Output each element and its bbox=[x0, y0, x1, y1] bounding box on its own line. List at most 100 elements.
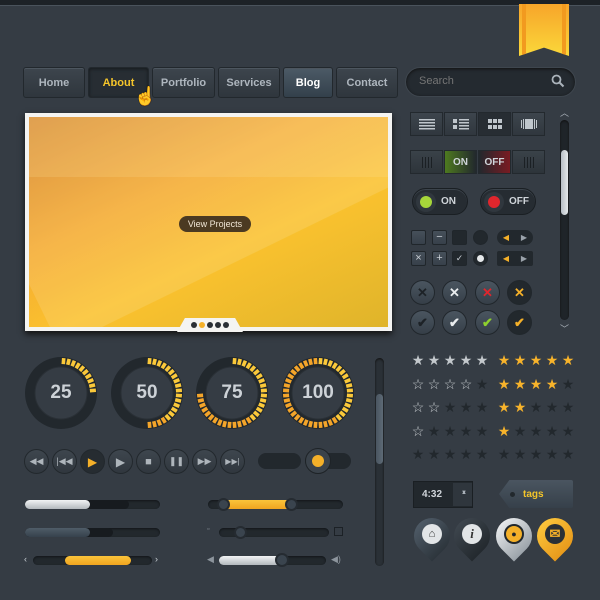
toggle-knob[interactable] bbox=[305, 448, 331, 474]
nav-item-contact[interactable]: Contact bbox=[336, 67, 398, 98]
carousel-view-button[interactable] bbox=[512, 112, 545, 136]
arrow-pager-square[interactable]: ◀ ▶ bbox=[497, 251, 533, 266]
nav-item-portfolio[interactable]: Portfolio bbox=[152, 67, 215, 98]
range-slider[interactable] bbox=[208, 498, 343, 511]
arrow-left-icon[interactable]: ◀ bbox=[503, 254, 509, 263]
search-icon[interactable] bbox=[551, 74, 565, 88]
star-outline-icon[interactable]: ☆ bbox=[459, 377, 473, 391]
star-rating-gold[interactable]: ★ ★ ★ ★ ★ bbox=[497, 400, 575, 414]
star-rating-outline[interactable]: ☆ ☆ ☆ ☆ ★ bbox=[411, 377, 489, 391]
slide-dot[interactable] bbox=[215, 322, 221, 328]
radio-selected[interactable] bbox=[473, 251, 488, 266]
pause-button[interactable]: ❚❚ bbox=[164, 449, 189, 474]
horizontal-scroll-thumb[interactable] bbox=[65, 556, 131, 565]
check-button-green[interactable]: ✔ bbox=[475, 310, 500, 335]
scroll-right-icon[interactable]: › bbox=[155, 554, 158, 564]
slide-dot-active[interactable] bbox=[199, 322, 205, 328]
search-input[interactable] bbox=[419, 75, 549, 87]
star-rating-gold[interactable]: ★ ★ ★ ★ ★ bbox=[497, 424, 575, 438]
bookmark-ribbon[interactable] bbox=[519, 4, 569, 56]
arrow-left-icon[interactable]: ◀ bbox=[503, 233, 509, 242]
scrollbar-middle[interactable] bbox=[375, 358, 384, 566]
star-rating-gold[interactable]: ★ ★ ★ ★ ★ bbox=[497, 377, 575, 391]
star-empty-icon[interactable]: ★ bbox=[459, 400, 473, 414]
star-empty-icon[interactable]: ★ bbox=[427, 424, 441, 438]
star-empty-icon[interactable]: ★ bbox=[529, 447, 543, 461]
range-handle-low[interactable] bbox=[217, 498, 231, 511]
square-toggle[interactable] bbox=[452, 230, 467, 245]
star-empty-icon[interactable]: ★ bbox=[529, 400, 543, 414]
star-empty-icon[interactable]: ★ bbox=[411, 447, 425, 461]
star-filled-icon[interactable]: ★ bbox=[545, 353, 559, 367]
map-pin-mail[interactable]: ✉ bbox=[529, 510, 581, 564]
check-button-dark[interactable]: ✔ bbox=[410, 310, 435, 335]
pill-switch-off[interactable]: OFF bbox=[480, 188, 536, 215]
star-filled-icon[interactable]: ★ bbox=[497, 353, 511, 367]
star-empty-icon[interactable]: ★ bbox=[475, 447, 489, 461]
volume-handle[interactable] bbox=[275, 553, 290, 567]
star-outline-icon[interactable]: ☆ bbox=[411, 400, 425, 414]
scroll-up-icon[interactable]: ︿ bbox=[560, 106, 569, 119]
stop-button[interactable]: ■ bbox=[136, 449, 161, 474]
star-rating-outline[interactable]: ★ ★ ★ ★ ★ bbox=[411, 353, 489, 367]
star-rating-gold[interactable]: ★ ★ ★ ★ ★ bbox=[497, 447, 575, 461]
star-rating-gold[interactable]: ★ ★ ★ ★ ★ bbox=[497, 353, 575, 367]
volume-slider[interactable] bbox=[219, 553, 326, 567]
on-off-switch[interactable]: ON OFF bbox=[410, 150, 545, 174]
star-empty-icon[interactable]: ★ bbox=[561, 447, 575, 461]
radio-empty[interactable] bbox=[473, 230, 488, 245]
star-filled-icon[interactable]: ★ bbox=[459, 353, 473, 367]
range-handle-high[interactable] bbox=[284, 498, 298, 511]
time-value[interactable]: 4:32 bbox=[422, 489, 442, 500]
star-empty-icon[interactable]: ★ bbox=[443, 400, 457, 414]
star-outline-icon[interactable]: ☆ bbox=[411, 377, 425, 391]
previous-button[interactable]: |◀◀ bbox=[52, 449, 77, 474]
star-empty-icon[interactable]: ★ bbox=[459, 424, 473, 438]
close-button-red[interactable]: ✕ bbox=[475, 280, 500, 305]
pill-switch-on[interactable]: ON bbox=[412, 188, 468, 215]
star-empty-icon[interactable]: ★ bbox=[459, 447, 473, 461]
star-filled-icon[interactable]: ★ bbox=[529, 377, 543, 391]
view-projects-button[interactable]: View Projects bbox=[179, 216, 251, 232]
star-empty-icon[interactable]: ★ bbox=[497, 447, 511, 461]
star-outline-icon[interactable]: ☆ bbox=[427, 400, 441, 414]
horizontal-scrollbar[interactable] bbox=[33, 556, 152, 565]
scroll-down-icon[interactable]: ﹀ bbox=[560, 322, 569, 335]
list-view-button[interactable] bbox=[410, 112, 443, 136]
toggle-track-empty[interactable] bbox=[258, 453, 301, 469]
star-empty-icon[interactable]: ★ bbox=[545, 400, 559, 414]
star-filled-icon[interactable]: ★ bbox=[497, 377, 511, 391]
star-rating-outline[interactable]: ☆ ★ ★ ★ ★ bbox=[411, 424, 489, 438]
switch-off[interactable]: OFF bbox=[478, 150, 511, 174]
star-filled-icon[interactable]: ★ bbox=[497, 424, 511, 438]
star-empty-icon[interactable]: ★ bbox=[545, 447, 559, 461]
star-filled-icon[interactable]: ★ bbox=[427, 353, 441, 367]
star-filled-icon[interactable]: ★ bbox=[513, 353, 527, 367]
star-outline-icon[interactable]: ☆ bbox=[427, 377, 441, 391]
star-filled-icon[interactable]: ★ bbox=[513, 400, 527, 414]
grid-view-button[interactable] bbox=[478, 112, 511, 136]
star-filled-icon[interactable]: ★ bbox=[561, 353, 575, 367]
time-stepper[interactable]: 4:32 ▲ ▼ bbox=[413, 481, 473, 508]
fast-forward-button[interactable]: ▶▶ bbox=[192, 449, 217, 474]
map-pin-chat[interactable]: ● bbox=[488, 510, 540, 564]
close-button-dark[interactable]: ✕ bbox=[410, 280, 435, 305]
decrement-icon[interactable]: ▼ bbox=[461, 490, 467, 496]
arrow-right-icon[interactable]: ▶ bbox=[521, 254, 527, 263]
star-filled-icon[interactable]: ★ bbox=[529, 353, 543, 367]
scrollbar-right[interactable] bbox=[560, 120, 569, 320]
star-empty-icon[interactable]: ★ bbox=[561, 400, 575, 414]
map-pin-info[interactable]: i bbox=[446, 510, 498, 564]
star-filled-icon[interactable]: ★ bbox=[545, 377, 559, 391]
scrollbar-thumb[interactable] bbox=[376, 394, 383, 464]
size-slider[interactable] bbox=[219, 526, 329, 539]
minus-button[interactable]: − bbox=[432, 230, 447, 245]
tag-label[interactable]: tags bbox=[499, 480, 573, 508]
close-button-light[interactable]: ✕ bbox=[442, 280, 467, 305]
star-empty-icon[interactable]: ★ bbox=[443, 424, 457, 438]
star-filled-icon[interactable]: ★ bbox=[411, 353, 425, 367]
star-outline-icon[interactable]: ☆ bbox=[411, 424, 425, 438]
rewind-button[interactable]: ◀◀ bbox=[24, 449, 49, 474]
detail-list-view-button[interactable] bbox=[444, 112, 477, 136]
play-button[interactable]: ▶ bbox=[108, 449, 133, 474]
